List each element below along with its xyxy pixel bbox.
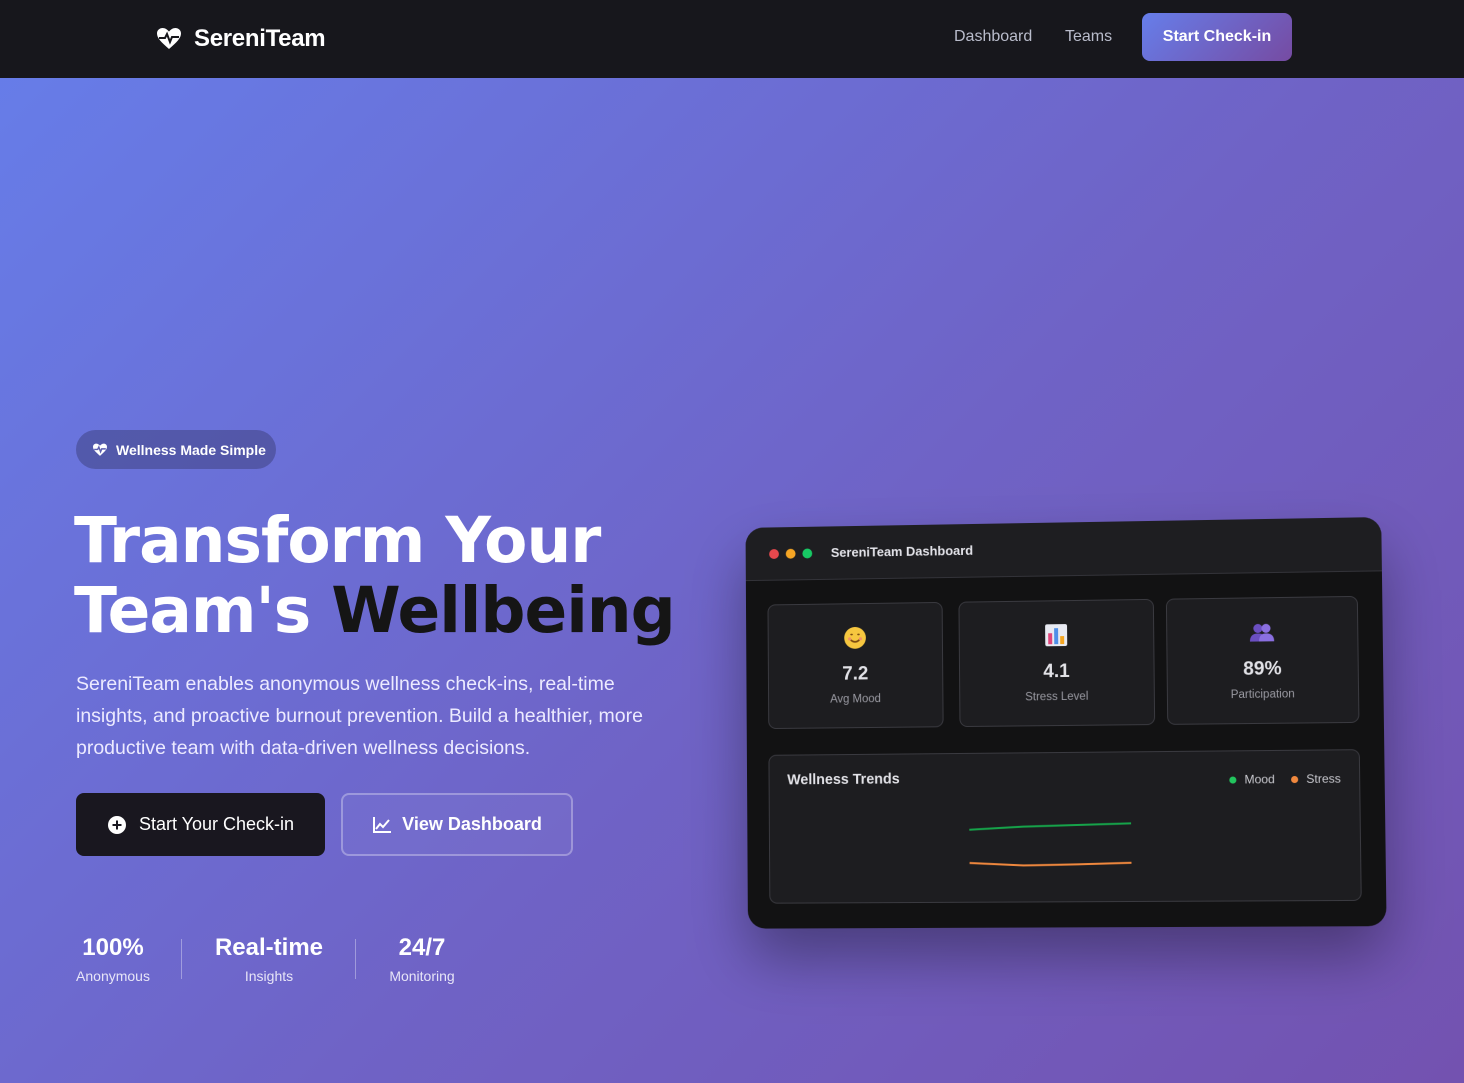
trend-line-stress (970, 862, 1132, 866)
stat-label: Anonymous (76, 968, 150, 984)
stat-label: Monitoring (389, 968, 455, 984)
view-dashboard-label: View Dashboard (402, 814, 542, 834)
hero-title-line1: Transform Your (74, 504, 601, 577)
stat-value: 24/7 (398, 934, 446, 961)
preview-title: SereniTeam Dashboard (830, 542, 974, 561)
wellness-badge: Wellness Made Simple (76, 430, 276, 469)
stat-monitoring: 24/7 Monitoring (384, 932, 460, 984)
stat-divider (181, 939, 182, 979)
trends-title: Wellness Trends (787, 771, 900, 789)
wellness-trends-card: Wellness Trends Mood Stress (768, 749, 1362, 904)
hero-title-highlight: Wellbeing (331, 574, 676, 647)
metric-card-participation: 89% Participation (1165, 595, 1360, 725)
legend-label-stress: Stress (1306, 771, 1341, 786)
nav-link-teams[interactable]: Teams (1065, 28, 1112, 46)
start-your-check-in-button[interactable]: Start Your Check-in (76, 793, 325, 856)
start-your-check-in-label: Start Your Check-in (138, 814, 295, 834)
nav-link-dashboard[interactable]: Dashboard (954, 28, 1032, 46)
legend-dot-mood (1229, 775, 1237, 784)
metric-card-stress: 4.1 Stress Level (958, 598, 1156, 728)
chart-legend: Mood Stress (1229, 772, 1341, 787)
metric-value: 4.1 (1043, 660, 1070, 683)
metric-label: Stress Level (1025, 690, 1089, 704)
window-minimize-dot (785, 548, 796, 559)
brand-name: SereniTeam (194, 25, 326, 52)
preview-window-header: SereniTeam Dashboard (745, 517, 1382, 582)
legend-item-mood: Mood (1229, 772, 1275, 787)
brand-logo[interactable]: SereniTeam (156, 24, 326, 54)
stat-realtime: Real-time Insights (210, 932, 328, 984)
legend-dot-stress (1290, 775, 1299, 783)
metric-label: Participation (1230, 688, 1295, 702)
smiling-face-icon (844, 626, 866, 649)
view-dashboard-button[interactable]: View Dashboard (341, 793, 573, 856)
people-icon (1249, 623, 1275, 642)
legend-item-stress: Stress (1290, 771, 1341, 787)
heart-pulse-icon (157, 28, 181, 49)
stat-value: Real-time (214, 934, 324, 961)
metric-value: 89% (1243, 658, 1282, 680)
stat-anonymous: 100% Anonymous (76, 932, 150, 984)
line-chart-icon (373, 816, 392, 833)
navbar: SereniTeam Dashboard Teams Start Check-i… (0, 0, 1464, 78)
stat-value: 100% (82, 934, 144, 961)
bar-chart-icon (1045, 624, 1068, 647)
plus-circle-icon (107, 815, 126, 834)
metric-value: 7.2 (842, 663, 869, 685)
metric-card-mood: 7.2 Avg Mood (767, 601, 944, 730)
heart-pulse-icon (93, 443, 107, 456)
legend-label-mood: Mood (1244, 772, 1275, 787)
window-maximize-dot (802, 547, 813, 559)
trend-line-mood (969, 823, 1131, 829)
hero-title-line2: Team's (74, 574, 332, 647)
metric-label: Avg Mood (830, 693, 881, 706)
stat-label: Insights (244, 968, 294, 984)
hero-title: Transform Your Team's Wellbeing (74, 506, 714, 646)
hero-description: SereniTeam enables anonymous wellness ch… (76, 673, 643, 759)
badge-label: Wellness Made Simple (116, 441, 266, 458)
start-check-in-button[interactable]: Start Check-in (1142, 13, 1292, 61)
window-close-dot (769, 548, 779, 559)
dashboard-preview: SereniTeam Dashboard 7.2 Avg Mood 4.1 St… (745, 517, 1387, 929)
stat-divider (355, 939, 356, 979)
